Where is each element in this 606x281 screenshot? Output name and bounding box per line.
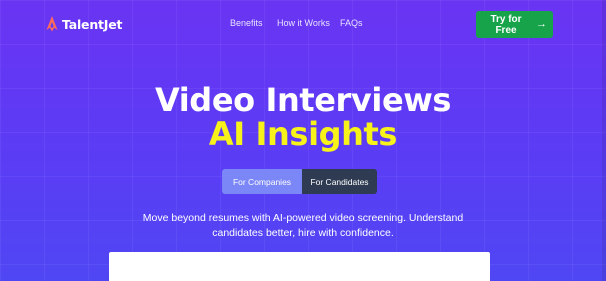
cta-label: Try for Free [490,13,522,36]
nav-link-how-it-works[interactable]: How it Works [277,18,330,28]
nav-link-benefits[interactable]: Benefits [230,18,263,28]
hero-title-line2: AI Insights [208,115,398,153]
hero-title-line1: Video Interviews [154,81,452,119]
hero-description: Move beyond resumes with AI-powered vide… [0,211,606,241]
try-for-free-button[interactable]: Try for Free → [476,11,553,38]
toggle-for-companies[interactable]: For Companies [222,169,302,194]
hero-description-line1: Move beyond resumes with AI-powered vide… [142,212,464,224]
nav-link-faqs[interactable]: FAQs [340,18,363,28]
toggle-for-candidates[interactable]: For Candidates [302,169,377,194]
arrow-right-icon: → [536,18,547,30]
hero-description-line2: candidates better, hire with confidence. [212,227,394,239]
page-scrollbar[interactable] [602,0,606,281]
product-preview-card [109,252,490,281]
audience-toggle: For Companies For Candidates [222,169,377,194]
hero-title: Video Interviews AI Insights [0,84,606,150]
